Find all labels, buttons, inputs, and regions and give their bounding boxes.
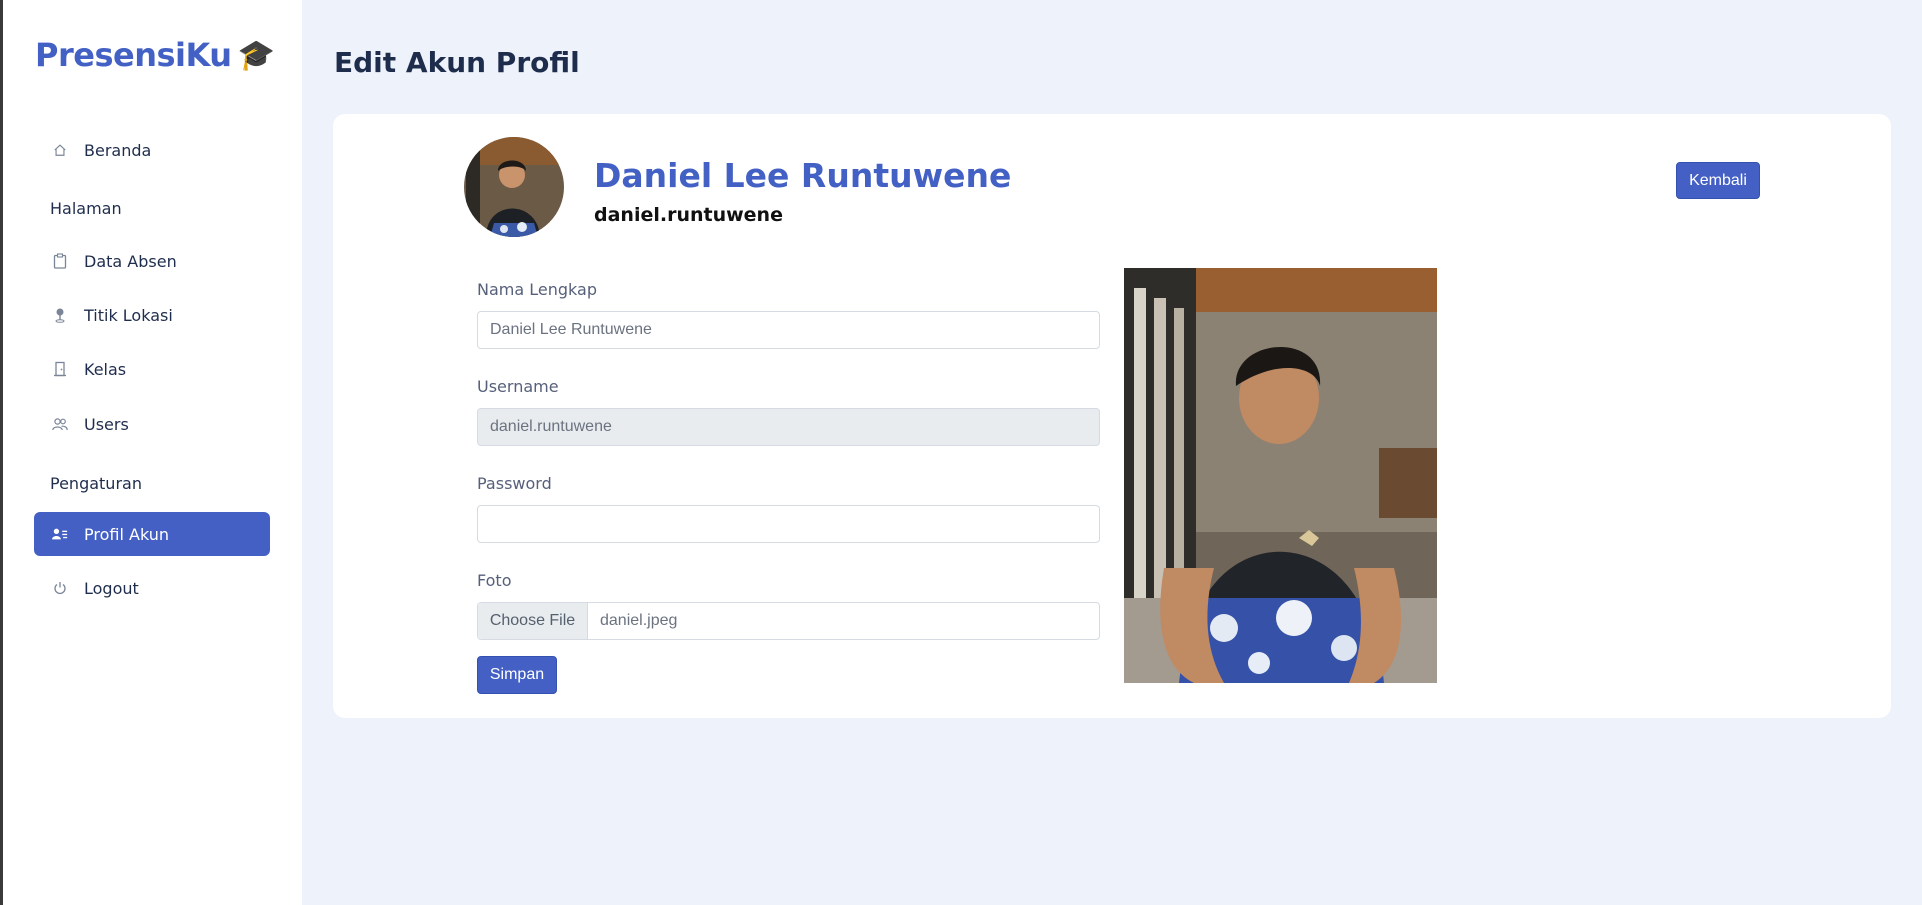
- map-pin-icon: [52, 307, 68, 323]
- sidebar-item-data-absen[interactable]: Data Absen: [34, 239, 270, 283]
- section-halaman: Halaman: [50, 199, 122, 218]
- password-input[interactable]: [477, 505, 1100, 543]
- name-label: Nama Lengkap: [477, 280, 597, 299]
- password-label: Password: [477, 474, 552, 493]
- graduation-cap-icon: 🎓: [237, 37, 275, 73]
- building-icon: [52, 361, 68, 377]
- sidebar-item-beranda[interactable]: Beranda: [34, 128, 270, 172]
- sidebar-item-titik-lokasi[interactable]: Titik Lokasi: [34, 293, 270, 337]
- users-icon: [52, 416, 68, 432]
- sidebar-item-label: Profil Akun: [84, 524, 169, 544]
- brand-logo[interactable]: PresensiKu 🎓: [35, 36, 275, 74]
- profile-name: Daniel Lee Runtuwene: [594, 156, 1012, 195]
- save-button[interactable]: Simpan: [477, 656, 557, 694]
- sidebar-item-label: Kelas: [84, 359, 127, 379]
- sidebar-item-kelas[interactable]: Kelas: [34, 347, 270, 391]
- back-button[interactable]: Kembali: [1676, 162, 1760, 199]
- user-card-icon: [52, 526, 68, 542]
- username-input[interactable]: daniel.runtuwene: [477, 408, 1100, 446]
- sidebar-item-label: Users: [84, 414, 129, 434]
- sidebar: PresensiKu 🎓 Beranda Halaman Data Absen …: [3, 0, 302, 905]
- sidebar-item-profil-akun[interactable]: Profil Akun: [34, 512, 270, 556]
- page-title: Edit Akun Profil: [334, 46, 580, 79]
- section-pengaturan: Pengaturan: [50, 474, 142, 493]
- profile-avatar: [464, 137, 564, 237]
- clipboard-icon: [52, 253, 68, 269]
- sidebar-item-users[interactable]: Users: [34, 402, 270, 446]
- photo-file-input[interactable]: Choose File daniel.jpeg: [477, 602, 1100, 640]
- photo-label: Foto: [477, 571, 512, 590]
- username-label: Username: [477, 377, 559, 396]
- power-icon: [52, 580, 68, 596]
- sidebar-item-label: Titik Lokasi: [84, 305, 173, 325]
- profile-photo-preview: [1124, 268, 1437, 683]
- profile-username: daniel.runtuwene: [594, 204, 783, 226]
- selected-file-name: daniel.jpeg: [600, 612, 678, 629]
- full-name-input[interactable]: Daniel Lee Runtuwene: [477, 311, 1100, 349]
- choose-file-button[interactable]: Choose File: [478, 603, 588, 639]
- brand-name: PresensiKu: [35, 36, 232, 74]
- sidebar-item-label: Logout: [84, 578, 139, 598]
- sidebar-item-logout[interactable]: Logout: [34, 566, 270, 610]
- home-icon: [52, 142, 68, 158]
- sidebar-item-label: Data Absen: [84, 251, 177, 271]
- sidebar-item-label: Beranda: [84, 140, 152, 160]
